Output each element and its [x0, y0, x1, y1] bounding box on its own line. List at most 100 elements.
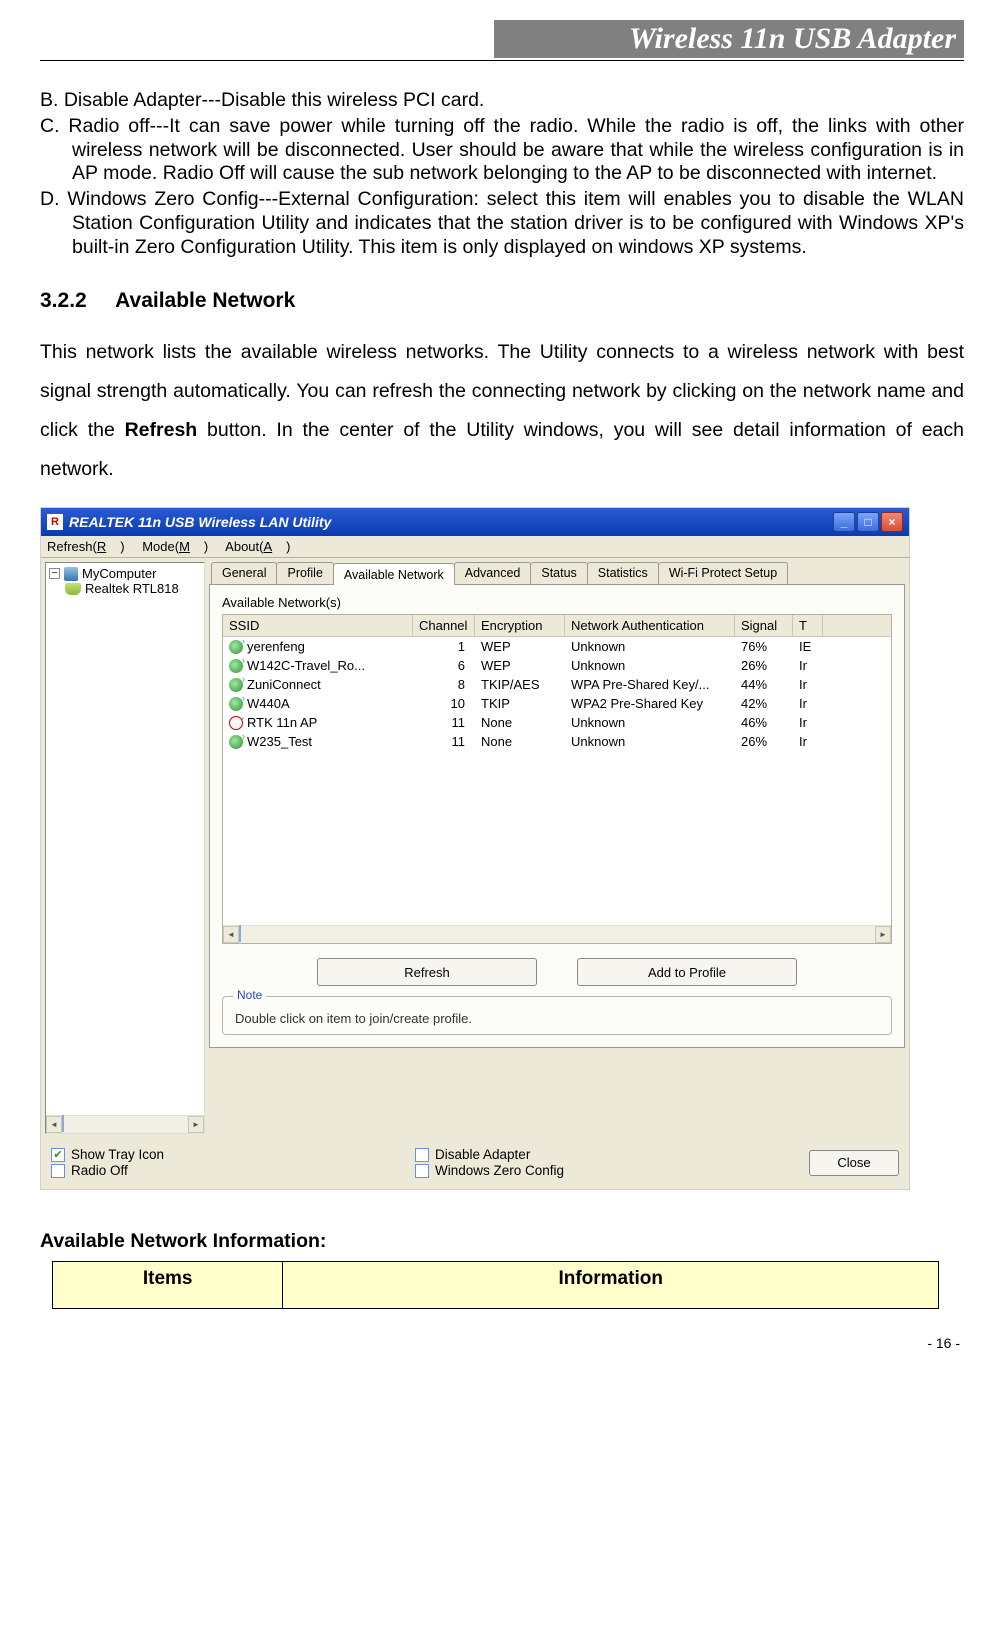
- col-ssid[interactable]: SSID: [223, 615, 413, 636]
- network-row[interactable]: W142C-Travel_Ro...6WEPUnknown26%Ir: [223, 656, 891, 675]
- tab-wifi-protect[interactable]: Wi-Fi Protect Setup: [658, 562, 788, 584]
- available-networks-label: Available Network(s): [222, 595, 892, 610]
- channel-value: 6: [413, 658, 475, 673]
- signal-value: 26%: [735, 658, 793, 673]
- ssid-value: W440A: [247, 696, 290, 711]
- close-button[interactable]: Close: [809, 1150, 899, 1176]
- encryption-value: TKIP/AES: [475, 677, 565, 692]
- app-icon: R: [47, 514, 63, 530]
- signal-value: 44%: [735, 677, 793, 692]
- signal-icon: [229, 659, 243, 673]
- device-tree[interactable]: − MyComputer Realtek RTL818 ◄ ►: [45, 562, 205, 1134]
- menu-mode[interactable]: Mode(M): [142, 539, 208, 554]
- page-number: - 16 -: [40, 1335, 964, 1351]
- section-number: 3.2.2: [40, 289, 87, 312]
- zero-config-label: Windows Zero Config: [435, 1163, 564, 1178]
- network-row[interactable]: W440A10TKIPWPA2 Pre-Shared Key42%Ir: [223, 694, 891, 713]
- section-heading: 3.2.2 Available Network: [40, 289, 964, 313]
- col-type[interactable]: T: [793, 615, 823, 636]
- tab-status[interactable]: Status: [530, 562, 587, 584]
- section-title: Available Network: [115, 289, 295, 312]
- zero-config-checkbox[interactable]: [415, 1164, 429, 1178]
- scroll-right-icon[interactable]: ►: [188, 1116, 204, 1133]
- list-scroll-left-icon[interactable]: ◄: [223, 926, 239, 943]
- tree-collapse-icon[interactable]: −: [49, 568, 60, 579]
- menu-about[interactable]: About(A): [225, 539, 290, 554]
- list-header[interactable]: SSID Channel Encryption Network Authenti…: [223, 615, 891, 637]
- network-row[interactable]: ZuniConnect8TKIP/AESWPA Pre-Shared Key/.…: [223, 675, 891, 694]
- network-row[interactable]: RTK 11n AP11NoneUnknown46%Ir: [223, 713, 891, 732]
- channel-value: 10: [413, 696, 475, 711]
- tree-root[interactable]: MyComputer: [82, 566, 156, 581]
- col-channel[interactable]: Channel: [413, 615, 475, 636]
- close-window-button[interactable]: ×: [881, 512, 903, 532]
- radio-off-checkbox[interactable]: [51, 1164, 65, 1178]
- menu-refresh[interactable]: Refresh(R): [47, 539, 125, 554]
- tree-scrollbar[interactable]: ◄ ►: [46, 1115, 204, 1133]
- disable-adapter-label: Disable Adapter: [435, 1147, 530, 1162]
- encryption-value: TKIP: [475, 696, 565, 711]
- scroll-left-icon[interactable]: ◄: [46, 1116, 62, 1133]
- signal-value: 42%: [735, 696, 793, 711]
- tab-strip: General Profile Available Network Advanc…: [211, 562, 905, 584]
- disable-adapter-checkbox[interactable]: [415, 1148, 429, 1162]
- signal-value: 76%: [735, 639, 793, 654]
- type-value: Ir: [793, 658, 823, 673]
- utility-window: R REALTEK 11n USB Wireless LAN Utility _…: [40, 507, 910, 1190]
- add-to-profile-button[interactable]: Add to Profile: [577, 958, 797, 986]
- signal-icon: [229, 697, 243, 711]
- tab-profile[interactable]: Profile: [276, 562, 333, 584]
- channel-value: 8: [413, 677, 475, 692]
- tab-available-network[interactable]: Available Network: [333, 563, 455, 585]
- note-box: Note Double click on item to join/create…: [222, 996, 892, 1035]
- info-heading: Available Network Information:: [40, 1230, 964, 1253]
- channel-value: 11: [413, 715, 475, 730]
- window-title: REALTEK 11n USB Wireless LAN Utility: [69, 514, 331, 530]
- list-scroll-thumb[interactable]: [239, 925, 241, 942]
- ssid-value: yerenfeng: [247, 639, 305, 654]
- auth-value: Unknown: [565, 658, 735, 673]
- radio-off-label: Radio Off: [71, 1163, 128, 1178]
- col-auth[interactable]: Network Authentication: [565, 615, 735, 636]
- col-enc[interactable]: Encryption: [475, 615, 565, 636]
- tab-advanced[interactable]: Advanced: [454, 562, 532, 584]
- para-zero-config: D. Windows Zero Config---External Config…: [40, 188, 964, 259]
- type-value: IE: [793, 639, 823, 654]
- encryption-value: WEP: [475, 639, 565, 654]
- tab-statistics[interactable]: Statistics: [587, 562, 659, 584]
- list-scrollbar[interactable]: ◄ ►: [223, 925, 891, 943]
- info-th-items: Items: [53, 1262, 283, 1309]
- menubar: Refresh(R) Mode(M) About(A): [41, 536, 909, 558]
- scroll-thumb[interactable]: [62, 1115, 64, 1132]
- channel-value: 1: [413, 639, 475, 654]
- network-row[interactable]: W235_Test11NoneUnknown26%Ir: [223, 732, 891, 751]
- ssid-value: W142C-Travel_Ro...: [247, 658, 365, 673]
- info-th-information: Information: [283, 1262, 939, 1309]
- section-body-bold: Refresh: [125, 419, 198, 441]
- minimize-button[interactable]: _: [833, 512, 855, 532]
- adapter-icon: [65, 583, 81, 595]
- network-row[interactable]: yerenfeng 1WEPUnknown76%IE: [223, 637, 891, 656]
- section-body: This network lists the available wireles…: [40, 333, 964, 489]
- header-rule: [40, 60, 964, 61]
- type-value: Ir: [793, 696, 823, 711]
- maximize-button[interactable]: □: [857, 512, 879, 532]
- para-disable-adapter: B. Disable Adapter---Disable this wirele…: [40, 89, 964, 113]
- type-value: Ir: [793, 677, 823, 692]
- auth-value: Unknown: [565, 734, 735, 749]
- col-signal[interactable]: Signal: [735, 615, 793, 636]
- titlebar[interactable]: R REALTEK 11n USB Wireless LAN Utility _…: [41, 508, 909, 536]
- auth-value: Unknown: [565, 639, 735, 654]
- show-tray-checkbox[interactable]: ✔: [51, 1148, 65, 1162]
- refresh-button[interactable]: Refresh: [317, 958, 537, 986]
- tree-child[interactable]: Realtek RTL818: [85, 581, 179, 596]
- list-scroll-right-icon[interactable]: ►: [875, 926, 891, 943]
- encryption-value: None: [475, 715, 565, 730]
- type-value: Ir: [793, 715, 823, 730]
- computer-icon: [64, 567, 78, 581]
- ssid-value: ZuniConnect: [247, 677, 321, 692]
- encryption-value: None: [475, 734, 565, 749]
- network-list[interactable]: SSID Channel Encryption Network Authenti…: [222, 614, 892, 944]
- signal-icon: [229, 678, 243, 692]
- tab-general[interactable]: General: [211, 562, 277, 584]
